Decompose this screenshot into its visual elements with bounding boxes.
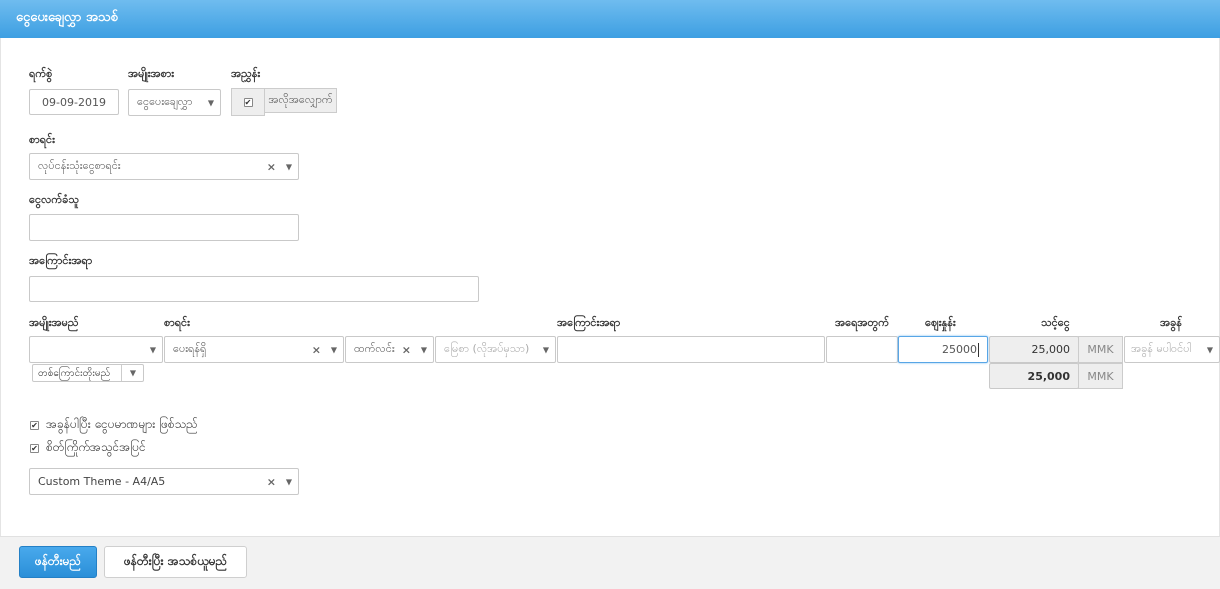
- payee-input[interactable]: [29, 214, 299, 241]
- account-label: စာရင်း: [29, 133, 55, 146]
- total-amount: 25,000: [989, 363, 1079, 389]
- type-select[interactable]: ငွေပေးချေလွှာ ▼: [128, 89, 221, 116]
- chevron-down-icon: ▼: [1206, 345, 1213, 354]
- amount-value: 25,000: [1031, 343, 1071, 356]
- add-row-label: တစ်ကြောင်းတိုးမည်: [38, 367, 111, 379]
- tax-inclusive-checkbox[interactable]: ✔: [30, 421, 39, 430]
- chevron-down-icon: ▼: [420, 345, 427, 354]
- save-button[interactable]: ဖန်တီးမည်: [19, 546, 97, 578]
- type-label: အမျိုးအစား: [128, 67, 175, 80]
- type-value: ငွေပေးချေလွှာ: [137, 94, 193, 108]
- location-placeholder: မြေစာ (လိုအပ်မှသာ): [444, 341, 530, 355]
- row-description-input[interactable]: [557, 336, 825, 363]
- row-account-value: ပေးရန်ရှိ: [173, 341, 207, 355]
- page-title: ငွေပေးချေလွှာ အသစ်: [16, 10, 118, 25]
- account-select[interactable]: လုပ်ငန်းသုံးငွေစာရင်း × ▼: [29, 153, 299, 180]
- chevron-down-icon[interactable]: ▼: [130, 369, 136, 378]
- tax-inclusive-label: အခွန်ပါပြီး ငွေပမာဏများ ဖြစ်သည်: [46, 417, 198, 431]
- add-row-button[interactable]: တစ်ကြောင်းတိုးမည် ▼: [32, 364, 144, 382]
- chevron-down-icon: ▼: [330, 345, 337, 354]
- page-header: ငွေပေးချေလွှာ အသစ်: [0, 0, 1220, 38]
- date-value: 09-09-2019: [42, 95, 106, 109]
- close-icon[interactable]: ×: [402, 343, 411, 356]
- chevron-down-icon: ▼: [207, 98, 214, 107]
- col-header-tax: အခွန်: [1160, 316, 1182, 329]
- divider: [121, 365, 122, 381]
- col-header-item: အမျိုးအမည်: [29, 316, 79, 329]
- col-header-account: စာရင်း: [164, 316, 190, 329]
- tax-placeholder: အခွန် မပါဝင်ပါ: [1131, 341, 1192, 355]
- approval-text: အလိုအလျှောက်: [264, 88, 337, 113]
- close-icon[interactable]: ×: [267, 475, 276, 488]
- approval-label: အညွှန်း: [231, 67, 261, 80]
- col-header-description: အကြောင်းအရာ: [557, 316, 621, 329]
- form-footer: ဖန်တီးမည် ဖန်တီးပြီး အသစ်ယူမည်: [0, 536, 1220, 589]
- date-field[interactable]: 09-09-2019: [29, 89, 119, 115]
- chevron-down-icon: ▼: [149, 345, 156, 354]
- col-header-quantity: အရေအတွက်: [835, 316, 889, 329]
- division-select[interactable]: ထက်လင်း × ▼: [345, 336, 434, 363]
- account-value: လုပ်ငန်းသုံးငွေစာရင်း: [38, 158, 121, 172]
- division-value: ထက်လင်း: [354, 341, 395, 355]
- location-select[interactable]: မြေစာ (လိုအပ်မှသာ) ▼: [435, 336, 556, 363]
- row-account-select[interactable]: ပေးရန်ရှိ × ▼: [164, 336, 344, 363]
- save-and-new-button[interactable]: ဖန်တီးပြီး အသစ်ယူမည်: [104, 546, 247, 578]
- amount-currency: MMK: [1078, 336, 1123, 363]
- theme-value: Custom Theme - A4/A5: [38, 475, 166, 488]
- check-icon[interactable]: ✔: [243, 97, 253, 107]
- item-select[interactable]: ▼: [29, 336, 163, 363]
- theme-select[interactable]: Custom Theme - A4/A5 × ▼: [29, 468, 299, 495]
- description-input[interactable]: [29, 276, 479, 302]
- chevron-down-icon: ▼: [285, 477, 292, 486]
- text-cursor: [978, 342, 979, 357]
- total-currency: MMK: [1078, 363, 1123, 389]
- total-value: 25,000: [1027, 369, 1070, 383]
- description-label: အကြောင်းအရာ: [29, 254, 93, 267]
- approval-checkbox-wrap[interactable]: ✔: [231, 88, 265, 116]
- col-header-price: ဈေးနှုန်း: [925, 316, 956, 329]
- col-header-amount: သင့်ငွေ: [1041, 316, 1070, 329]
- form-panel: ရက်စွဲ 09-09-2019 အမျိုးအစား ငွေပေးချေလွ…: [0, 38, 1220, 536]
- print-label: စိတ်ကြိုက်အသွင်အပြင်: [46, 440, 146, 454]
- payee-label: ငွေလက်ခံသူ: [29, 193, 79, 206]
- amount-field: 25,000: [989, 336, 1079, 363]
- close-icon[interactable]: ×: [312, 343, 321, 356]
- print-checkbox[interactable]: ✔: [30, 444, 39, 453]
- quantity-input[interactable]: [826, 336, 898, 363]
- price-input[interactable]: 25000: [898, 336, 988, 363]
- chevron-down-icon: ▼: [285, 162, 292, 171]
- close-icon[interactable]: ×: [267, 160, 276, 173]
- chevron-down-icon: ▼: [542, 345, 549, 354]
- tax-select[interactable]: အခွန် မပါဝင်ပါ ▼: [1124, 336, 1220, 363]
- date-label: ရက်စွဲ: [29, 67, 53, 80]
- price-value: 25000: [942, 343, 977, 356]
